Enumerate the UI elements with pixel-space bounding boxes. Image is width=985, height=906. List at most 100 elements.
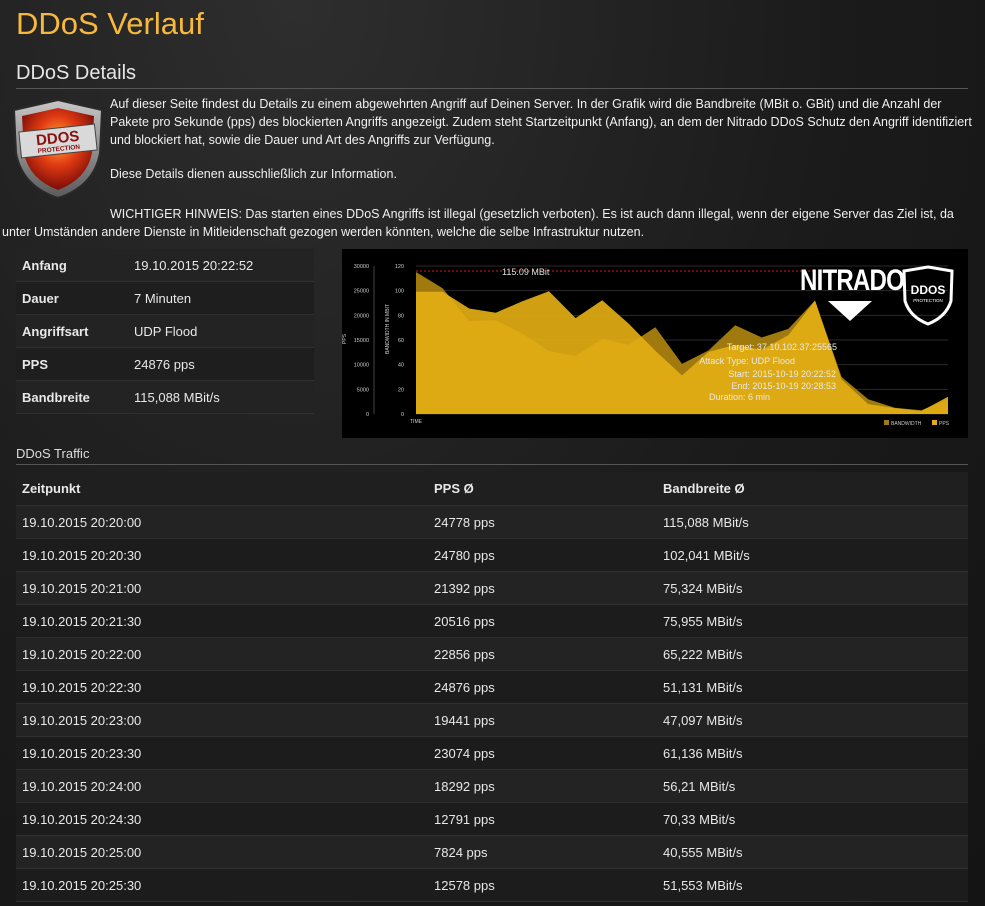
pps-tick-label: 15000	[354, 338, 369, 344]
cell-time: 19.10.2015 20:24:30	[16, 802, 428, 836]
cell-bandwidth: 65,222 MBit/s	[657, 637, 968, 671]
cell-bandwidth: 51,553 MBit/s	[657, 868, 968, 902]
detail-value: 19.10.2015 20:22:52	[128, 249, 314, 282]
column-header-bandwidth: Bandbreite Ø	[657, 472, 968, 506]
ddos-chart: 30000 120 25000 100 20000 80 15000 60 10000 40 500…	[342, 249, 968, 438]
ddos-protection-shield-icon: DDOS PROTECTION	[8, 98, 108, 200]
pps-axis-label: PPS	[342, 333, 348, 344]
detail-row-duration: Dauer 7 Minuten	[16, 281, 314, 315]
info-duration: Duration: 6 min	[709, 392, 770, 402]
detail-value: 7 Minuten	[128, 281, 314, 315]
cell-pps: 18292 pps	[428, 769, 657, 803]
cell-time: 19.10.2015 20:21:00	[16, 571, 428, 605]
detail-label: Anfang	[16, 249, 128, 282]
cell-bandwidth: 102,041 MBit/s	[657, 538, 968, 572]
badge-subtext: PROTECTION	[913, 298, 943, 303]
detail-value: UDP Flood	[128, 314, 314, 348]
bandwidth-tick-label: 80	[398, 313, 404, 319]
cell-pps: 12578 pps	[428, 868, 657, 902]
bandwidth-tick-label: 0	[401, 412, 404, 418]
cell-time: 19.10.2015 20:25:30	[16, 868, 428, 902]
detail-value: 115,088 MBit/s	[128, 380, 314, 414]
table-row: 19.10.2015 20:23:30 23074 pps 61,136 MBit/…	[16, 736, 968, 770]
detail-row-attack-type: Angriffsart UDP Flood	[16, 314, 314, 348]
cell-bandwidth: 115,088 MBit/s	[657, 505, 968, 539]
legend-swatch-bandwidth	[884, 420, 889, 425]
pps-tick-label: 5000	[357, 387, 369, 393]
intro-paragraph: Auf dieser Seite findest du Details zu e…	[110, 97, 972, 147]
cell-bandwidth: 40,555 MBit/s	[657, 835, 968, 869]
detail-label: PPS	[16, 347, 128, 381]
legend-pps: PPS	[939, 421, 950, 427]
info-target: Target: 37.10.102.37:25565	[727, 342, 837, 352]
bandwidth-tick-label: 20	[398, 387, 404, 393]
cell-bandwidth: 75,955 MBit/s	[657, 604, 968, 638]
detail-label: Angriffsart	[16, 314, 128, 348]
bandwidth-tick-label: 60	[398, 338, 404, 344]
cell-bandwidth: 61,136 MBit/s	[657, 736, 968, 770]
pps-area	[416, 291, 948, 414]
table-header-row: Zeitpunkt PPS Ø Bandbreite Ø	[16, 472, 968, 506]
cell-bandwidth: 75,324 MBit/s	[657, 571, 968, 605]
section-title: DDoS Details	[16, 62, 968, 89]
time-axis-label: TIME	[410, 419, 423, 425]
cell-pps: 24780 pps	[428, 538, 657, 572]
cell-pps: 21392 pps	[428, 571, 657, 605]
pps-tick-label: 10000	[354, 363, 369, 369]
cell-pps: 24778 pps	[428, 505, 657, 539]
cell-time: 19.10.2015 20:24:00	[16, 769, 428, 803]
legend-swatch-pps	[932, 420, 937, 425]
legend-bandwidth: BANDWIDTH	[891, 421, 922, 427]
cell-pps: 22856 pps	[428, 637, 657, 671]
nitrado-brand: NITRADO	[800, 264, 905, 297]
column-header-time: Zeitpunkt	[16, 472, 428, 506]
traffic-table: Zeitpunkt PPS Ø Bandbreite Ø 19.10.2015 …	[16, 472, 968, 902]
cell-time: 19.10.2015 20:20:00	[16, 505, 428, 539]
cell-pps: 7824 pps	[428, 835, 657, 869]
chart-legend: BANDWIDTH PPS	[884, 420, 950, 427]
cell-pps: 12791 pps	[428, 802, 657, 836]
table-row: 19.10.2015 20:20:30 24780 pps 102,041 MBit…	[16, 538, 968, 572]
table-row: 19.10.2015 20:25:00 7824 pps 40,555 MBit/s	[16, 835, 968, 869]
cell-bandwidth: 47,097 MBit/s	[657, 703, 968, 737]
table-row: 19.10.2015 20:23:00 19441 pps 47,097 MBit/…	[16, 703, 968, 737]
bandwidth-tick-label: 40	[398, 363, 404, 369]
pps-tick-label: 20000	[354, 313, 369, 319]
info-attack-type: Attack Type: UDP Flood	[699, 356, 795, 366]
detail-value: 24876 pps	[128, 347, 314, 381]
pps-tick-label: 30000	[354, 264, 369, 270]
cell-pps: 24876 pps	[428, 670, 657, 704]
detail-label: Dauer	[16, 281, 128, 315]
bandwidth-tick-label: 120	[395, 264, 404, 270]
cell-bandwidth: 51,131 MBit/s	[657, 670, 968, 704]
table-row: 19.10.2015 20:22:30 24876 pps 51,131 MBit/…	[16, 670, 968, 704]
cell-bandwidth: 70,33 MBit/s	[657, 802, 968, 836]
info-end: End: 2015-10-19 20:28:53	[731, 381, 836, 391]
table-row: 19.10.2015 20:21:00 21392 pps 75,324 MBit/…	[16, 571, 968, 605]
pps-tick-label: 25000	[354, 289, 369, 295]
cell-time: 19.10.2015 20:23:00	[16, 703, 428, 737]
info-start: Start: 2015-10-19 20:22:52	[728, 369, 836, 379]
cell-bandwidth: 56,21 MBit/s	[657, 769, 968, 803]
attack-details-table: Anfang 19.10.2015 20:22:52 Dauer 7 Minuten…	[16, 249, 314, 414]
cell-time: 19.10.2015 20:22:30	[16, 670, 428, 704]
table-row: 19.10.2015 20:24:30 12791 pps 70,33 MBit/s	[16, 802, 968, 836]
cell-time: 19.10.2015 20:25:00	[16, 835, 428, 869]
badge-text: DDOS	[911, 283, 946, 297]
cell-time: 19.10.2015 20:23:30	[16, 736, 428, 770]
info-note: Diese Details dienen ausschließlich zur …	[110, 167, 397, 181]
bandwidth-axis-label: BANDWIDTH IN MBIT	[385, 304, 391, 354]
column-header-pps: PPS Ø	[428, 472, 657, 506]
table-row: 19.10.2015 20:20:00 24778 pps 115,088 MBit…	[16, 505, 968, 539]
cell-pps: 19441 pps	[428, 703, 657, 737]
table-row: 19.10.2015 20:24:00 18292 pps 56,21 MBit/s	[16, 769, 968, 803]
cell-time: 19.10.2015 20:22:00	[16, 637, 428, 671]
detail-row-bandwidth: Bandbreite 115,088 MBit/s	[16, 380, 314, 414]
arrow-down-icon	[828, 301, 872, 321]
table-row: 19.10.2015 20:21:30 20516 pps 75,955 MBit/…	[16, 604, 968, 638]
cell-pps: 20516 pps	[428, 604, 657, 638]
traffic-title: DDoS Traffic	[16, 446, 968, 465]
table-row: 19.10.2015 20:25:30 12578 pps 51,553 MBit/…	[16, 868, 968, 902]
detail-row-start: Anfang 19.10.2015 20:22:52	[16, 249, 314, 282]
legal-warning: WICHTIGER HINWEIS: Das starten eines DDo…	[2, 207, 954, 239]
